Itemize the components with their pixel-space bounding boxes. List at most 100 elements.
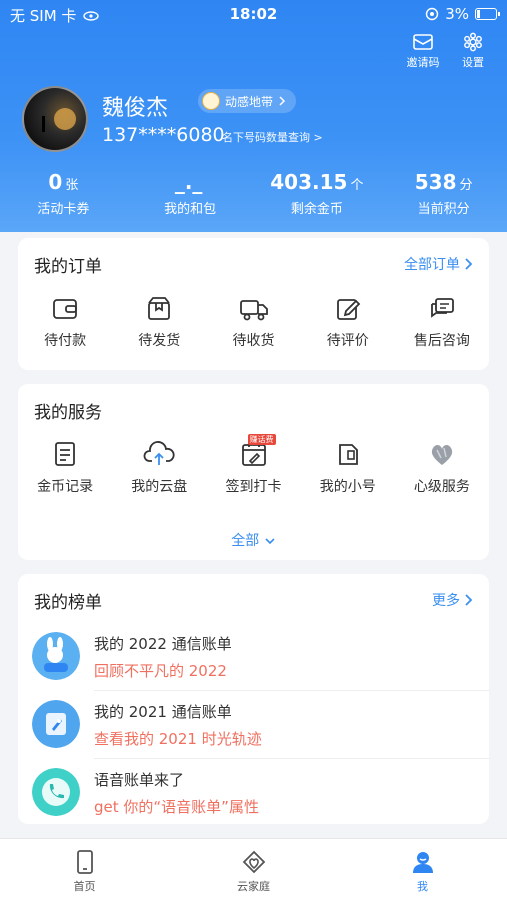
stat-coins[interactable]: 403.15 个 剩余金币 [254, 170, 381, 217]
avatar[interactable] [22, 86, 88, 152]
service-heart-level[interactable]: 心级服务 [395, 440, 489, 496]
avatar-moon [54, 108, 76, 130]
profile-header: 无 SIM 卡 18:02 3% 邀请码 设置 魏俊杰 动感地带 137****… [0, 0, 507, 232]
tab-label: 我 [417, 880, 428, 893]
ranking-item-title: 语音账单来了 [94, 771, 185, 789]
brand-level-chip[interactable]: 动感地带 [198, 89, 297, 113]
service-item-label: 金币记录 [37, 479, 94, 495]
stat-unit: 张 [65, 178, 79, 193]
lock-rotation-icon [426, 7, 439, 21]
service-cloud-drive[interactable]: 我的云盘 [112, 440, 206, 496]
ranking-item-title: 我的 2021 通信账单 [94, 703, 232, 721]
rocket-icon [32, 700, 80, 748]
rankings-title: 我的榜单 [34, 593, 102, 613]
stat-value: _._ [174, 170, 203, 194]
status-bar: 无 SIM 卡 18:02 3% [0, 0, 507, 30]
tab-me[interactable]: 我 [338, 839, 507, 900]
heart-level-icon [431, 445, 453, 465]
earn-credit-tag: 赚话费 [247, 434, 276, 445]
user-name: 魏俊杰 [102, 96, 169, 121]
order-pending-shipment[interactable]: 待发货 [112, 296, 206, 350]
service-item-label: 签到打卡 [225, 479, 282, 495]
services-expand-toggle[interactable]: 全部 [18, 530, 489, 550]
top-actions: 邀请码 设置 [403, 32, 493, 70]
edit-icon [336, 299, 360, 320]
stat-unit: 个 [350, 178, 364, 193]
invite-code-label: 邀请码 [406, 56, 440, 69]
phone-call-icon [32, 768, 80, 816]
stat-points[interactable]: 538 分 当前积分 [380, 170, 507, 217]
services-expand-label: 全部 [231, 533, 260, 549]
person-icon [412, 852, 433, 873]
services-icon-row: 金币记录 我的云盘 赚话费 签到打卡 我的小号 心级服务 [18, 434, 489, 496]
stat-wallet[interactable]: _._ 我的和包 [127, 170, 254, 217]
services-title: 我的服务 [34, 403, 102, 423]
battery-icon [475, 8, 500, 20]
order-item-label: 待收货 [232, 333, 275, 349]
tab-home[interactable]: 首页 [0, 839, 169, 900]
rankings-more-link[interactable]: 更多 [432, 590, 473, 610]
stats-row: 0张 活动卡券 _._ 我的和包 403.15 个 剩余金币 538 分 当前积分 [0, 170, 507, 217]
orders-card: 我的订单 全部订单 待付款 待发货 待收货 待评价 售后咨询 [18, 238, 489, 370]
order-item-label: 待付款 [44, 333, 87, 349]
invite-code-button[interactable]: 邀请码 [403, 32, 443, 70]
brand-badge-icon [202, 92, 220, 110]
document-icon [55, 442, 75, 466]
chevron-right-icon [279, 96, 286, 106]
rankings-more-label: 更多 [432, 593, 460, 609]
service-check-in[interactable]: 赚话费 签到打卡 [206, 434, 300, 496]
service-item-label: 我的云盘 [131, 479, 188, 495]
sim-card-icon [338, 444, 358, 465]
order-pending-payment[interactable]: 待付款 [18, 296, 112, 350]
wallet-icon [53, 299, 77, 319]
stat-label: 当前积分 [417, 202, 470, 217]
stat-value: 0 [48, 170, 63, 194]
service-item-label: 我的小号 [319, 479, 376, 495]
order-item-label: 售后咨询 [413, 333, 470, 349]
number-query-link[interactable]: 名下号码数量查询 > [222, 129, 323, 145]
phone-number: 137****6080 [102, 124, 225, 146]
settings-label: 设置 [462, 56, 484, 69]
ranking-item-2022[interactable]: 我的 2022 通信账单 回顾不平凡的 2022 [18, 624, 489, 692]
divider [94, 690, 489, 691]
chevron-down-icon [265, 538, 275, 545]
order-item-label: 待发货 [138, 333, 181, 349]
ranking-item-subtitle: 查看我的 2021 时光轨迹 [94, 730, 262, 748]
service-sub-number[interactable]: 我的小号 [301, 440, 395, 496]
orders-icon-row: 待付款 待发货 待收货 待评价 售后咨询 [18, 296, 489, 350]
tab-label: 云家庭 [237, 880, 270, 893]
order-after-sales[interactable]: 售后咨询 [395, 296, 489, 350]
service-item-label: 心级服务 [413, 479, 470, 495]
rabbit-2022-icon [32, 632, 80, 680]
settings-button[interactable]: 设置 [453, 32, 493, 70]
ranking-item-voice[interactable]: 语音账单来了 get 你的“语音账单”属性 [18, 760, 489, 828]
package-icon [148, 297, 171, 320]
order-pending-receipt[interactable]: 待收货 [206, 296, 300, 350]
ranking-item-subtitle: get 你的“语音账单”属性 [94, 798, 259, 816]
phone-device-icon [76, 850, 93, 874]
ranking-item-2021[interactable]: 我的 2021 通信账单 查看我的 2021 时光轨迹 [18, 692, 489, 760]
truck-icon [239, 300, 268, 321]
chevron-right-icon [465, 594, 473, 606]
avatar-figure [42, 116, 45, 132]
orders-title: 我的订单 [34, 257, 102, 277]
chat-icon [431, 298, 454, 318]
stat-label: 剩余金币 [290, 202, 343, 217]
stat-value: 538 [414, 170, 457, 194]
invite-card-icon [413, 34, 433, 50]
ranking-item-title: 我的 2022 通信账单 [94, 635, 232, 653]
all-orders-link[interactable]: 全部订单 [404, 254, 473, 274]
order-pending-review[interactable]: 待评价 [301, 296, 395, 350]
bottom-tab-bar: 首页 云家庭 我 [0, 838, 507, 900]
gear-icon [464, 32, 482, 52]
order-item-label: 待评价 [326, 333, 369, 349]
tab-cloud-family[interactable]: 云家庭 [169, 839, 338, 900]
battery-percent: 3% [445, 5, 469, 23]
stat-coupons[interactable]: 0张 活动卡券 [0, 170, 127, 217]
service-coin-records[interactable]: 金币记录 [18, 440, 112, 496]
stat-unit: 分 [459, 178, 473, 193]
ranking-item-subtitle: 回顾不平凡的 2022 [94, 662, 227, 680]
stat-label: 我的和包 [164, 202, 217, 217]
stat-label: 活动卡券 [37, 202, 90, 217]
all-orders-label: 全部订单 [404, 257, 460, 273]
